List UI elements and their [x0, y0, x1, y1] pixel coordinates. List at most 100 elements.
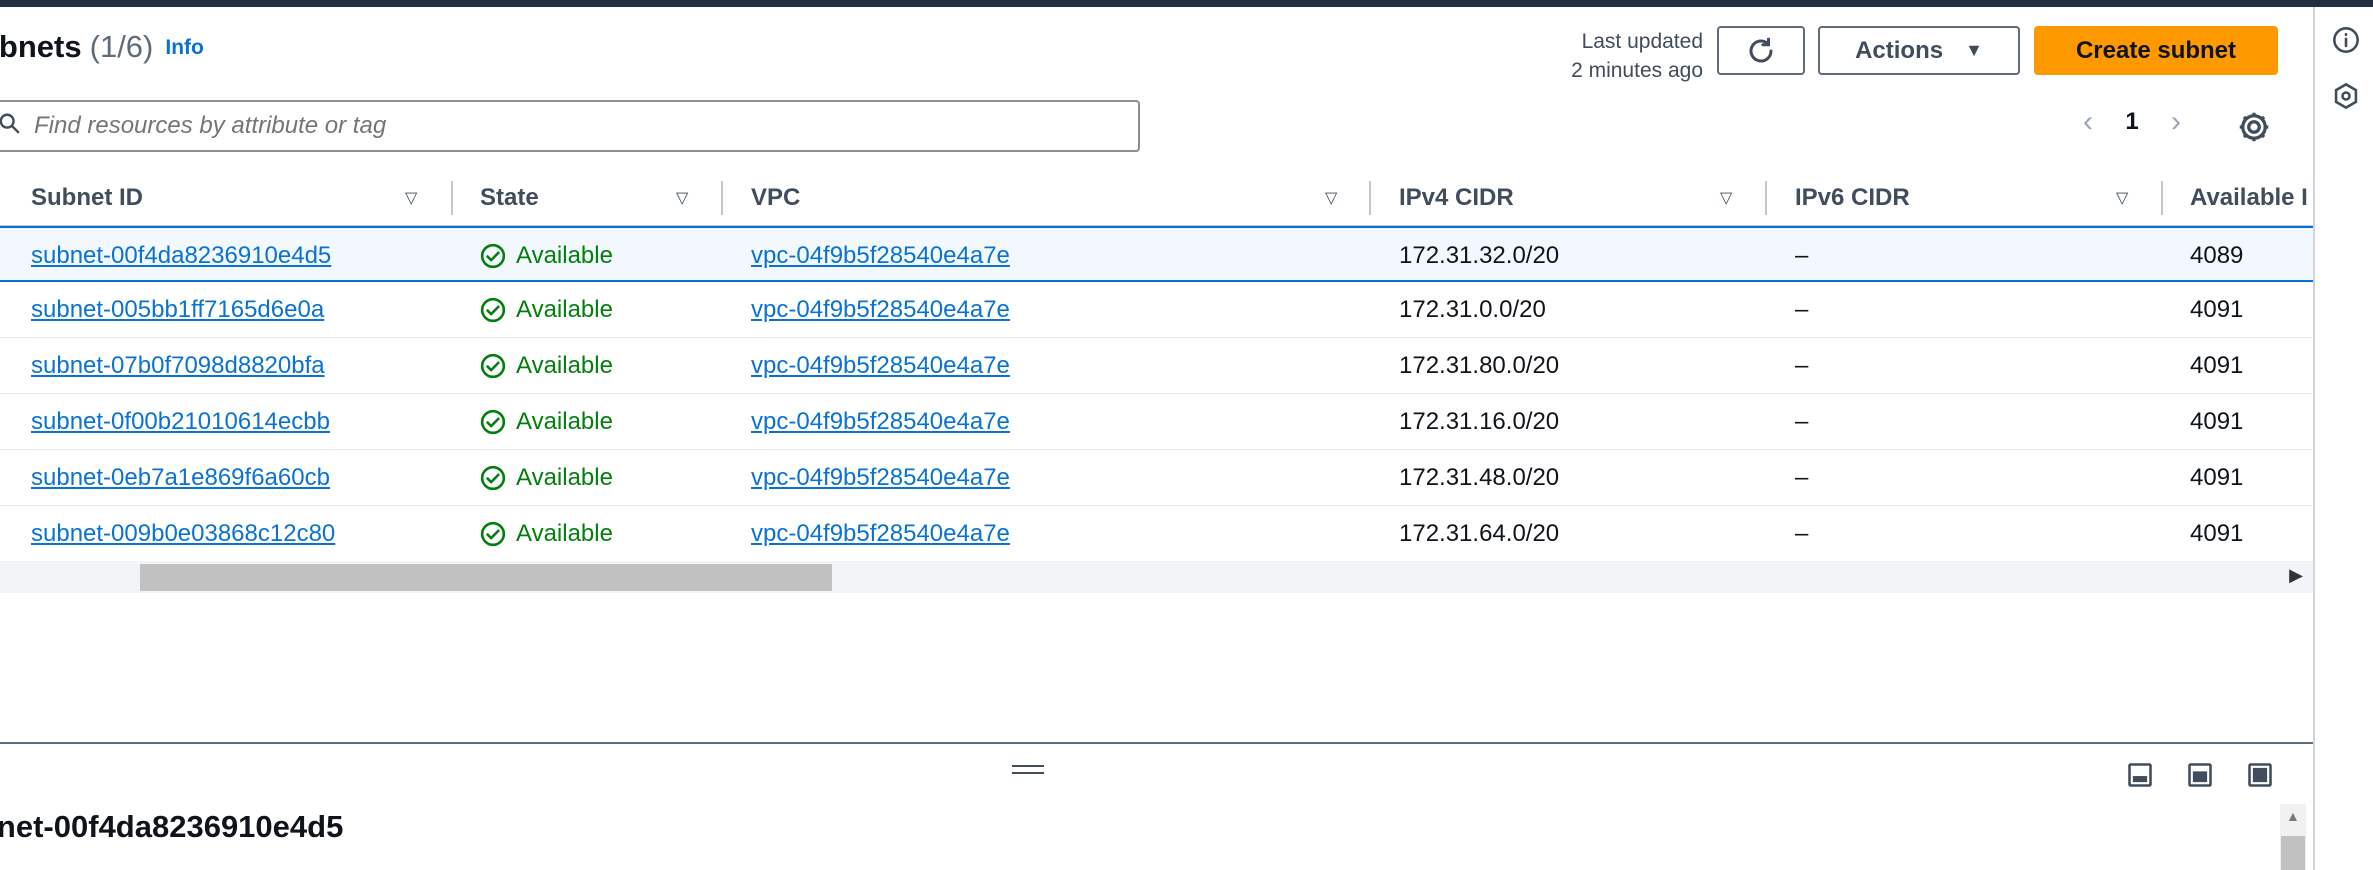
scrollbar-thumb[interactable] — [2281, 836, 2305, 870]
available-ips-cell: 4091 — [2190, 352, 2244, 379]
vpc-link[interactable]: vpc-04f9b5f28540e4a7e — [751, 506, 1010, 562]
selection-count: (1/6) — [89, 29, 154, 64]
vpc-link[interactable]: vpc-04f9b5f28540e4a7e — [751, 394, 1010, 450]
state-cell: Available — [480, 506, 613, 562]
refresh-button[interactable] — [1717, 26, 1805, 75]
panel-side-icon[interactable] — [2186, 761, 2214, 789]
search-bar — [0, 100, 1140, 152]
state-text: Available — [516, 296, 613, 323]
vertical-scrollbar[interactable]: ▲ — [2280, 804, 2306, 870]
last-updated-time: 2 minutes ago — [1571, 59, 1703, 82]
scroll-up-icon[interactable]: ▲ — [2286, 808, 2300, 824]
column-divider[interactable] — [451, 181, 453, 215]
table-row[interactable]: subnet-0f00b21010614ecbb Available vpc-0… — [0, 394, 2313, 450]
vpc-link[interactable]: vpc-04f9b5f28540e4a7e — [751, 338, 1010, 394]
scrollbar-thumb[interactable] — [140, 564, 832, 591]
check-circle-icon — [480, 297, 506, 323]
column-header-subnet-id[interactable]: Subnet ID — [31, 169, 143, 227]
subnet-id-link[interactable]: subnet-009b0e03868c12c80 — [31, 506, 335, 562]
column-divider[interactable] — [721, 181, 723, 215]
column-label: IPv6 CIDR — [1795, 184, 1910, 211]
subnet-id-link[interactable]: subnet-00f4da8236910e4d5 — [31, 228, 331, 284]
vpc-link[interactable]: vpc-04f9b5f28540e4a7e — [751, 450, 1010, 506]
column-header-vpc[interactable]: VPC — [751, 169, 800, 227]
next-page-icon[interactable]: › — [2156, 105, 2196, 139]
check-circle-icon — [480, 353, 506, 379]
gear-icon[interactable] — [2236, 109, 2272, 145]
hexagon-icon[interactable] — [2331, 81, 2361, 111]
search-icon — [0, 112, 20, 141]
check-circle-icon — [480, 243, 506, 269]
panel-bottom-icon[interactable] — [2126, 761, 2154, 789]
subnet-id-link[interactable]: subnet-0eb7a1e869f6a60cb — [31, 450, 330, 506]
ipv4-cidr-cell: 172.31.32.0/20 — [1399, 242, 1560, 269]
create-subnet-button[interactable]: Create subnet — [2034, 26, 2278, 75]
table-row[interactable]: subnet-00f4da8236910e4d5 Available vpc-0… — [0, 226, 2313, 282]
last-updated-label: Last updated — [1581, 30, 1703, 53]
ipv6-cidr-cell: – — [1795, 296, 1809, 323]
scroll-right-icon[interactable]: ▶ — [2289, 565, 2303, 586]
available-ips-cell: 4091 — [2190, 296, 2244, 323]
state-text: Available — [516, 242, 613, 269]
vpc-link[interactable]: vpc-04f9b5f28540e4a7e — [751, 282, 1010, 338]
info-link[interactable]: Info — [165, 36, 203, 59]
column-header-available-ips[interactable]: Available I — [2190, 169, 2308, 227]
column-divider[interactable] — [2161, 181, 2163, 215]
ipv6-cidr-cell: – — [1795, 408, 1809, 435]
available-ips-cell: 4091 — [2190, 520, 2244, 547]
column-label: Subnet ID — [31, 184, 143, 211]
page-title: ubnets(1/6) Info — [0, 29, 204, 65]
column-header-ipv6-cidr[interactable]: IPv6 CIDR — [1795, 169, 1910, 227]
state-cell: Available — [480, 394, 613, 450]
actions-label: Actions — [1855, 36, 1944, 64]
column-divider[interactable] — [1369, 181, 1371, 215]
split-panel-title: bnet-00f4da8236910e4d5 — [0, 809, 344, 844]
subnet-id-link[interactable]: subnet-005bb1ff7165d6e0a — [31, 282, 324, 338]
top-navigation-bar — [0, 0, 2373, 7]
last-updated: Last updated 2 minutes ago — [1571, 27, 1703, 85]
main-content: ubnets(1/6) Info Last updated 2 minutes a… — [0, 7, 2313, 870]
horizontal-scrollbar[interactable]: ▶ — [0, 561, 2313, 593]
current-page[interactable]: 1 — [2108, 108, 2156, 136]
table-row[interactable]: subnet-0eb7a1e869f6a60cb Available vpc-0… — [0, 450, 2313, 506]
info-icon[interactable] — [2331, 25, 2361, 55]
state-cell: Available — [480, 282, 613, 338]
column-label: State — [480, 184, 539, 211]
available-ips-cell: 4089 — [2190, 242, 2244, 269]
caret-down-icon: ▼ — [1965, 40, 1983, 60]
available-ips-cell: 4091 — [2190, 408, 2244, 435]
table-header: Subnet ID ▽ State ▽ VPC ▽ IPv4 CIDR ▽ IP… — [0, 169, 2313, 227]
previous-page-icon[interactable]: ‹ — [2068, 105, 2108, 139]
table-row[interactable]: subnet-07b0f7098d8820bfa Available vpc-0… — [0, 338, 2313, 394]
split-panel: bnet-00f4da8236910e4d5 ▲ — [0, 742, 2313, 870]
column-label: VPC — [751, 184, 801, 211]
subnet-id-link[interactable]: subnet-0f00b21010614ecbb — [31, 394, 330, 450]
state-text: Available — [516, 408, 613, 435]
ipv4-cidr-cell: 172.31.64.0/20 — [1399, 520, 1560, 547]
ipv6-cidr-cell: – — [1795, 464, 1809, 491]
resize-handle-icon[interactable] — [1012, 765, 1044, 777]
state-cell: Available — [480, 338, 613, 394]
panel-full-icon[interactable] — [2246, 761, 2274, 789]
subnet-id-link[interactable]: subnet-07b0f7098d8820bfa — [31, 338, 325, 394]
check-circle-icon — [480, 409, 506, 435]
pagination: ‹ 1 › — [2068, 105, 2196, 139]
table-row[interactable]: subnet-009b0e03868c12c80 Available vpc-0… — [0, 506, 2313, 562]
column-header-ipv4-cidr[interactable]: IPv4 CIDR — [1399, 169, 1514, 227]
column-divider[interactable] — [1765, 181, 1767, 215]
search-input[interactable] — [34, 112, 1114, 140]
state-text: Available — [516, 520, 613, 547]
ipv6-cidr-cell: – — [1795, 242, 1809, 269]
actions-dropdown-button[interactable]: Actions ▼ — [1818, 26, 2020, 75]
column-label: IPv4 CIDR — [1399, 184, 1514, 211]
ipv4-cidr-cell: 172.31.80.0/20 — [1399, 352, 1560, 379]
ipv6-cidr-cell: – — [1795, 352, 1809, 379]
vpc-link[interactable]: vpc-04f9b5f28540e4a7e — [751, 228, 1010, 284]
ipv4-cidr-cell: 172.31.48.0/20 — [1399, 464, 1560, 491]
state-text: Available — [516, 352, 613, 379]
check-circle-icon — [480, 465, 506, 491]
table-row[interactable]: subnet-005bb1ff7165d6e0a Available vpc-0… — [0, 282, 2313, 338]
column-label: Available I — [2190, 184, 2308, 211]
right-tools-rail — [2313, 7, 2373, 870]
column-header-state[interactable]: State — [480, 169, 539, 227]
